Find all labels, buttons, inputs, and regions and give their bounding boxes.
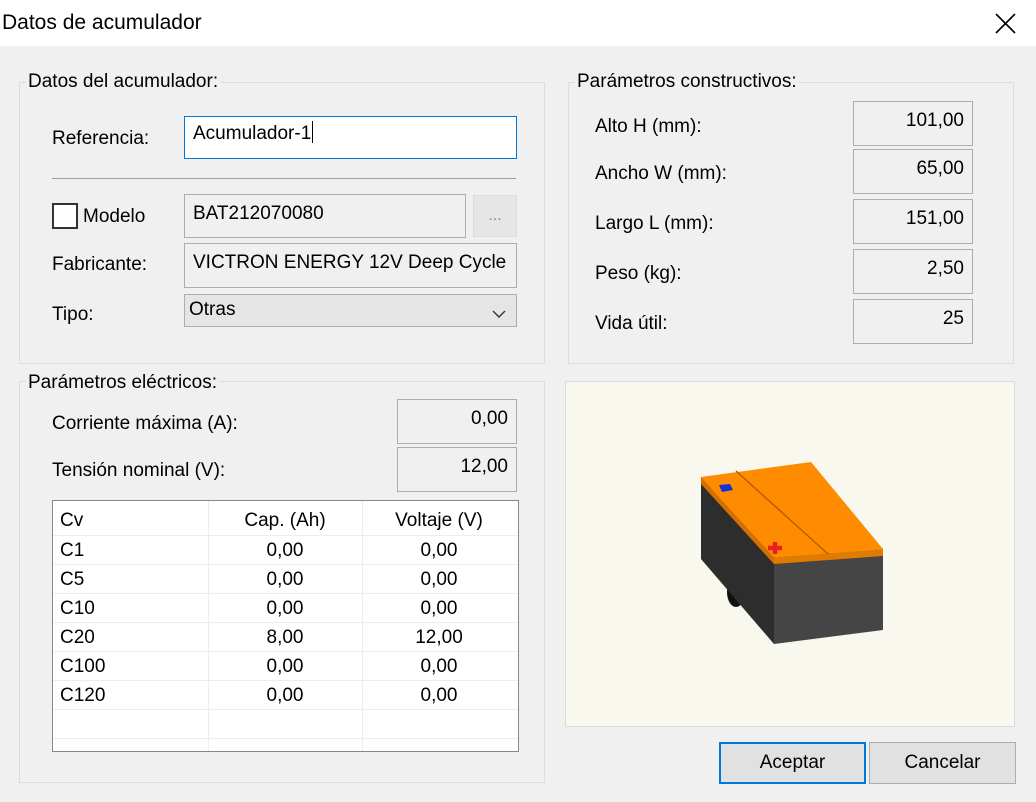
electricos-group-title: Parámetros eléctricos:: [26, 372, 220, 394]
cancel-button[interactable]: Cancelar: [869, 742, 1016, 784]
row-line: [53, 738, 518, 739]
table-cell-capacity: 0,00: [266, 598, 304, 619]
column-header-voltage[interactable]: Voltaje (V): [362, 510, 516, 532]
chevron-down-icon: [492, 303, 506, 325]
modelo-label[interactable]: Modelo: [83, 206, 145, 228]
browse-model-button[interactable]: ...: [473, 195, 517, 237]
table-cell-cv: C20: [60, 627, 95, 648]
column-header-capacity[interactable]: Cap. (Ah): [208, 510, 362, 532]
tipo-select[interactable]: Otras: [184, 294, 517, 327]
table-cell-voltage: 12,00: [415, 627, 463, 648]
column-divider: [362, 501, 363, 751]
vida-util-field: 25: [853, 299, 973, 344]
ancho-field: 65,00: [853, 149, 973, 194]
table-cell-cv: C10: [60, 598, 95, 619]
separator: [52, 178, 516, 179]
table-cell-capacity: 8,00: [266, 627, 304, 648]
table-cell-cv: C5: [60, 569, 85, 590]
tipo-selected-value: Otras: [189, 299, 236, 320]
battery-preview: [565, 381, 1015, 727]
table-cell-capacity: 0,00: [266, 569, 304, 590]
referencia-value: Acumulador-1: [193, 123, 312, 144]
table-cell-voltage: 0,00: [420, 540, 458, 561]
table-cell-voltage: 0,00: [420, 598, 458, 619]
column-header-cv[interactable]: Cv: [60, 510, 83, 532]
referencia-label: Referencia:: [52, 128, 150, 149]
largo-field: 151,00: [853, 199, 973, 244]
modelo-checkbox[interactable]: [52, 203, 78, 229]
tension-field: 12,00: [397, 447, 517, 492]
constructivos-group-title: Parámetros constructivos:: [575, 71, 799, 93]
ancho-label: Ancho W (mm):: [595, 163, 727, 184]
fabricante-label: Fabricante:: [52, 254, 148, 275]
table-cell-voltage: 0,00: [420, 685, 458, 706]
table-cell-capacity: 0,00: [266, 685, 304, 706]
table-cell-cv: C120: [60, 685, 106, 706]
corriente-label: Corriente máxima (A):: [52, 413, 238, 434]
alto-field: 101,00: [853, 101, 973, 146]
row-line: [53, 651, 518, 652]
row-line: [53, 622, 518, 623]
modelo-field: BAT212070080: [184, 194, 466, 238]
battery-3d-icon: [701, 462, 883, 644]
table-cell-capacity: 0,00: [266, 656, 304, 677]
capacity-table[interactable]: Cv Cap. (Ah) Voltaje (V) C1 0,00 0,00 C5…: [52, 500, 519, 752]
alto-label: Alto H (mm):: [595, 116, 702, 137]
title-bar: Datos de acumulador: [0, 0, 1036, 46]
text-caret: [312, 121, 314, 143]
column-divider: [208, 501, 209, 751]
vida-util-label: Vida útil:: [595, 313, 668, 334]
row-line: [53, 593, 518, 594]
tension-label: Tensión nominal (V):: [52, 460, 226, 481]
referencia-input[interactable]: Acumulador-1: [184, 116, 517, 159]
row-line: [53, 564, 518, 565]
table-cell-voltage: 0,00: [420, 569, 458, 590]
table-cell-capacity: 0,00: [266, 540, 304, 561]
fabricante-field: VICTRON ENERGY 12V Deep Cycle: [184, 243, 517, 288]
corriente-field: 0,00: [397, 399, 517, 444]
peso-field: 2,50: [853, 249, 973, 294]
table-cell-cv: C1: [60, 540, 85, 561]
largo-label: Largo L (mm):: [595, 213, 714, 234]
row-line: [53, 535, 518, 536]
table-cell-cv: C100: [60, 656, 106, 677]
row-line: [53, 680, 518, 681]
accept-button[interactable]: Aceptar: [719, 742, 866, 784]
peso-label: Peso (kg):: [595, 263, 682, 284]
datos-group-title: Datos del acumulador:: [26, 71, 221, 93]
window-title: Datos de acumulador: [2, 11, 202, 34]
table-cell-voltage: 0,00: [420, 656, 458, 677]
close-icon[interactable]: [986, 4, 1026, 44]
tipo-label: Tipo:: [52, 304, 94, 325]
row-line: [53, 709, 518, 710]
